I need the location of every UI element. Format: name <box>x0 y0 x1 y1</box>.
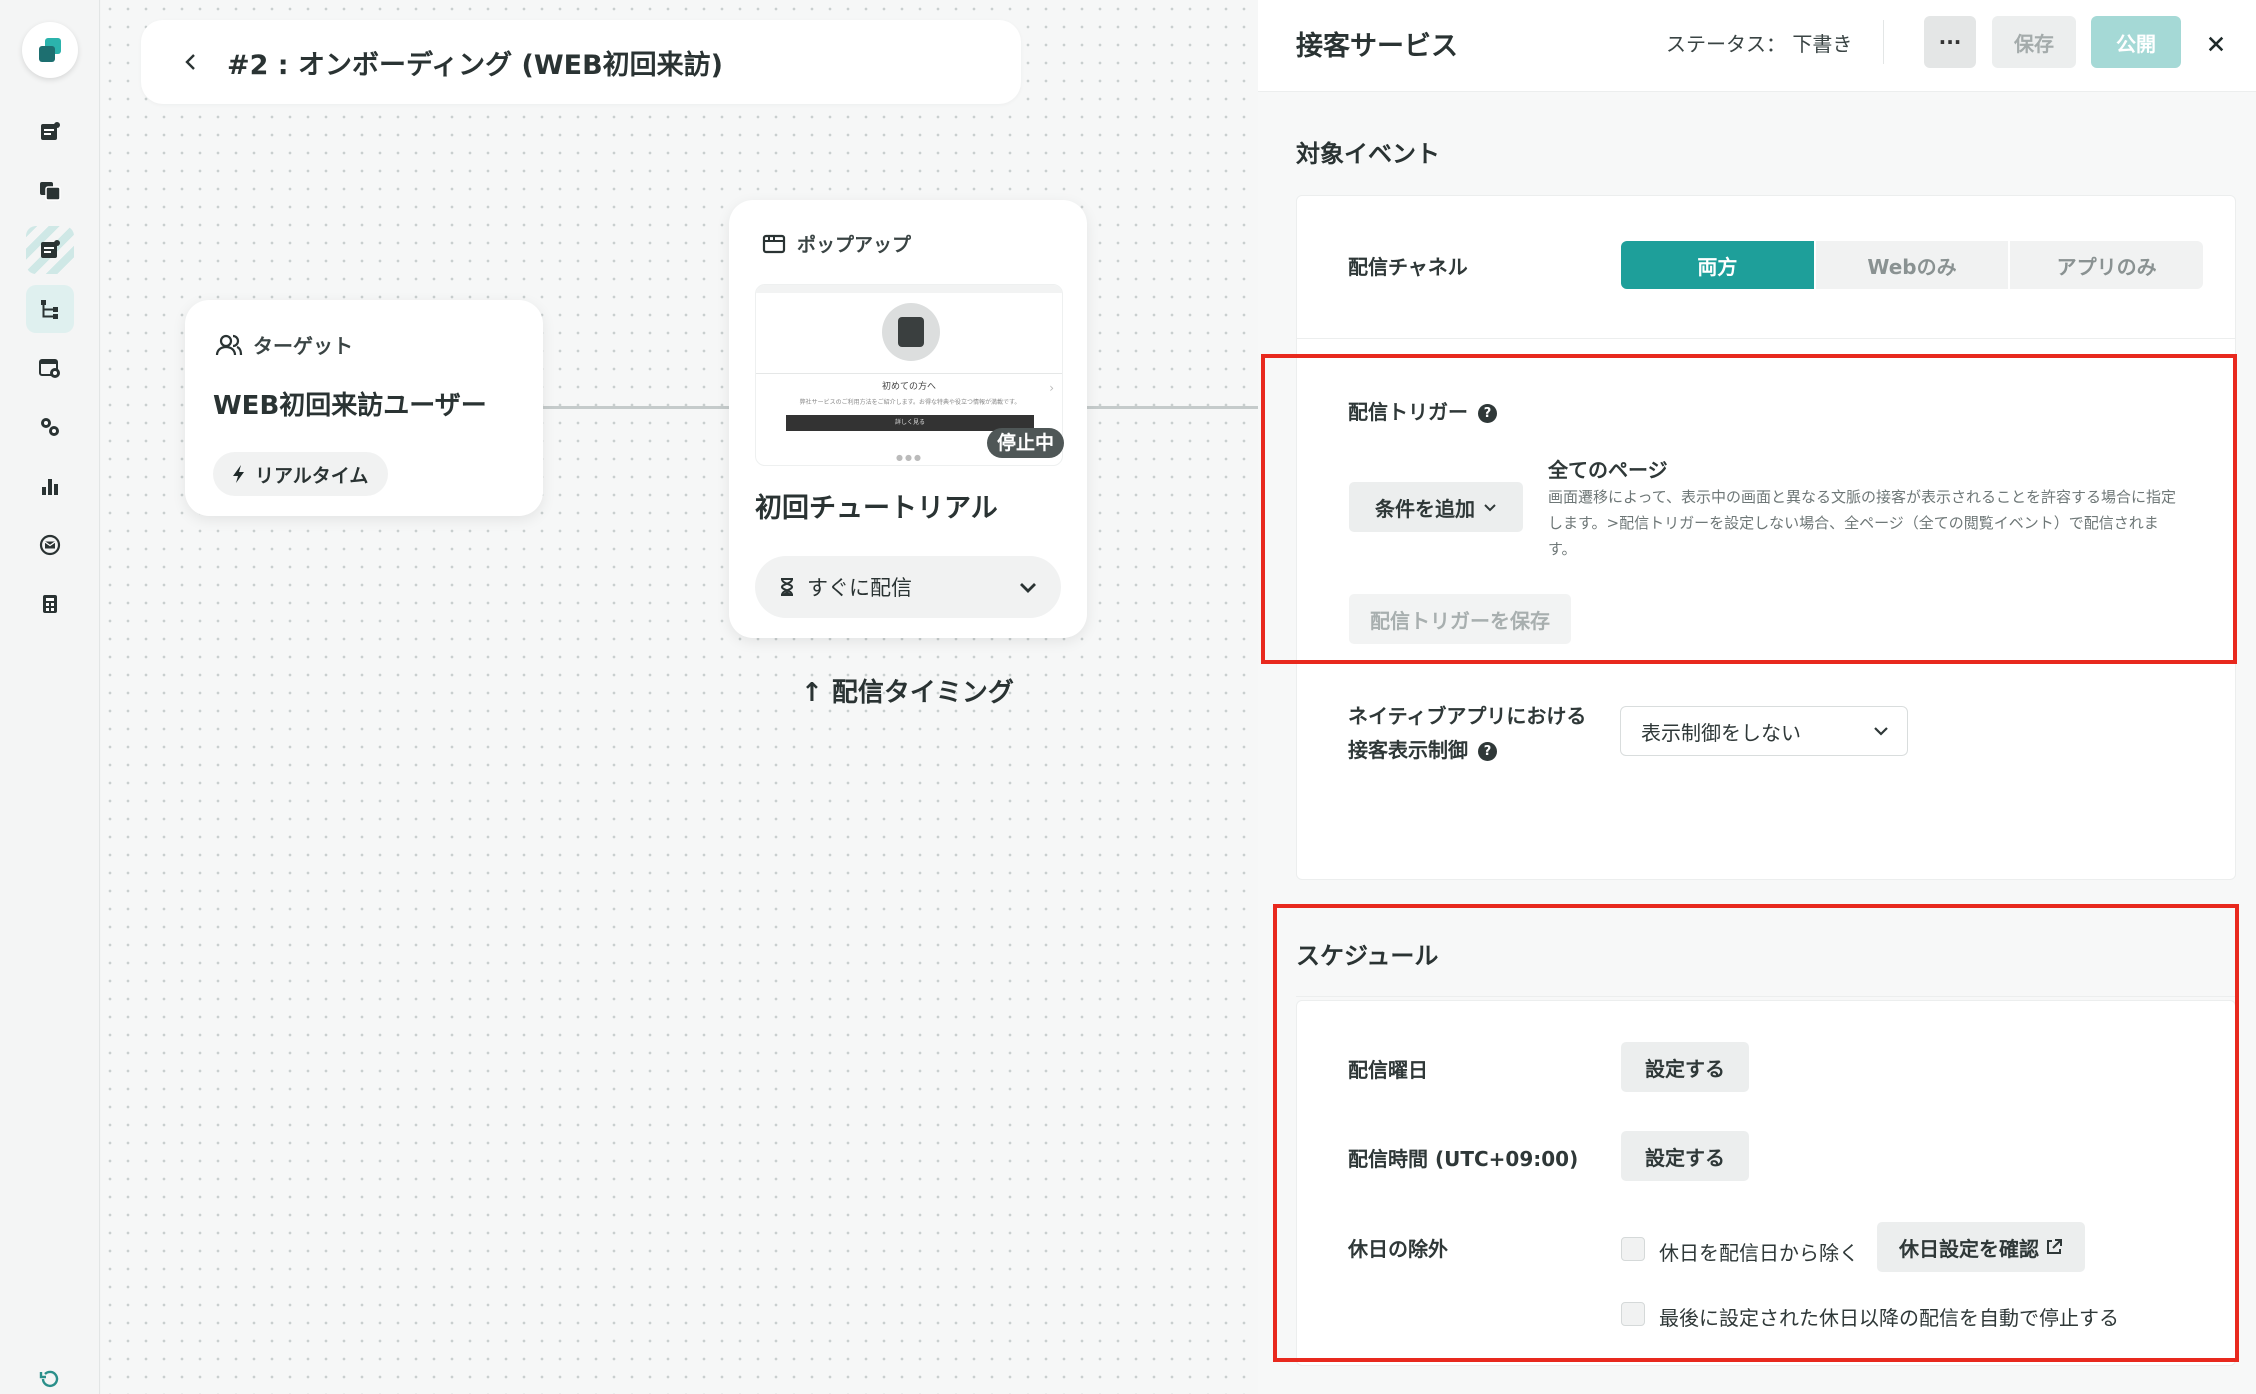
preview-title: 初めての方へ <box>881 382 936 392</box>
users-icon <box>215 334 243 355</box>
flow-icon[interactable] <box>26 285 74 333</box>
preview-chevron-icon: › <box>1049 381 1054 395</box>
preview-divider <box>756 373 1062 374</box>
divider <box>1297 338 2235 339</box>
gear-icon[interactable] <box>26 403 74 451</box>
timing-value: すぐに配信 <box>807 576 912 600</box>
left-rail <box>0 0 100 1394</box>
target-node-header: ターゲット <box>215 330 353 359</box>
close-icon[interactable] <box>2198 26 2234 62</box>
native-control-label: 接客表示制御? <box>1348 734 1497 763</box>
channel-label: 配信チャネル <box>1348 255 1468 279</box>
chevron-down-icon <box>1020 583 1036 593</box>
connector-line <box>1086 406 1258 409</box>
connector-line <box>542 406 730 409</box>
native-control-label-1: ネイティブアプリにおける <box>1348 704 1587 728</box>
schedule-title: スケジュール <box>1296 942 1439 970</box>
target-node-label: ターゲット <box>253 334 353 358</box>
panel-header: 接客サービス ステータス： 下書き ··· 保存 公開 <box>1258 0 2256 92</box>
trigger-label: 配信トリガー? <box>1348 396 1497 425</box>
timing-annotation: ↑ 配信タイミング <box>801 678 1014 708</box>
save-button[interactable]: 保存 <box>1992 16 2076 68</box>
help-icon[interactable]: ? <box>1478 742 1497 761</box>
preview-image <box>882 303 940 361</box>
target-node[interactable]: ターゲット WEB初回来訪ユーザー リアルタイム <box>185 300 543 516</box>
realtime-chip: リアルタイム <box>213 452 389 496</box>
chevron-down-icon <box>1484 504 1496 512</box>
templates-icon[interactable] <box>26 167 74 215</box>
history-icon[interactable] <box>26 1364 74 1394</box>
auto-stop-checkbox[interactable] <box>1621 1302 1645 1326</box>
channel-option-both[interactable]: 両方 <box>1621 241 1816 289</box>
help-icon[interactable]: ? <box>1478 404 1497 423</box>
time-set-button[interactable]: 設定する <box>1621 1131 1749 1181</box>
chevron-down-icon <box>1874 727 1888 736</box>
flow-canvas[interactable]: #2 : オンボーディング (WEB初回来訪) ターゲット WEB初回来訪ユーザ… <box>101 0 1258 1394</box>
divider <box>1296 996 2236 997</box>
target-event-title: 対象イベント <box>1296 140 1440 168</box>
preview-topbar <box>756 285 1062 293</box>
trigger-scope-title: 全てのページ <box>1548 458 1668 482</box>
exclude-holidays-checkbox[interactable] <box>1621 1237 1645 1261</box>
publish-button[interactable]: 公開 <box>2091 16 2181 68</box>
bar-chart-icon[interactable] <box>26 462 74 510</box>
native-display-select[interactable]: 表示制御をしない <box>1620 706 1908 756</box>
hourglass-icon <box>780 578 794 596</box>
channel-segmented-control: 両方 Webのみ アプリのみ <box>1621 241 2204 289</box>
window-icon <box>762 234 786 253</box>
target-name: WEB初回来訪ユーザー <box>213 391 487 421</box>
holiday-label: 休日の除外 <box>1348 1237 1448 1261</box>
header-divider <box>1883 20 1884 64</box>
auto-stop-label: 最後に設定された休日以降の配信を自動で停止する <box>1659 1306 2119 1330</box>
popup-node[interactable]: ポップアップ 初めての方へ 弊社サービスのご利用方法をご紹介します。お得な特典や… <box>729 200 1087 638</box>
weekday-set-button[interactable]: 設定する <box>1621 1042 1749 1092</box>
holiday-settings-label: 休日設定を確認 <box>1899 1236 2039 1261</box>
status-badge: 停止中 <box>987 428 1065 458</box>
back-icon[interactable] <box>177 48 205 76</box>
realtime-chip-label: リアルタイム <box>255 464 369 487</box>
channel-option-app[interactable]: アプリのみ <box>2010 241 2204 289</box>
popup-node-header: ポップアップ <box>761 230 911 257</box>
save-trigger-button[interactable]: 配信トリガーを保存 <box>1349 594 1571 644</box>
exclude-holidays-label: 休日を配信日から除く <box>1659 1241 1859 1265</box>
bolt-icon <box>233 465 244 483</box>
popup-name: 初回チュートリアル <box>755 493 998 524</box>
time-label: 配信時間 (UTC+09:00) <box>1348 1147 1579 1171</box>
external-link-icon <box>2047 1239 2062 1254</box>
native-display-value: 表示制御をしない <box>1641 720 1801 745</box>
mail-icon[interactable] <box>26 521 74 569</box>
logo-icon[interactable] <box>22 22 78 78</box>
calculator-icon[interactable] <box>26 580 74 628</box>
trigger-description: 画面遷移によって、表示中の画面と異なる文脈の接客が表示されることを許容する場合に… <box>1548 488 2177 558</box>
scenario-title-bar: #2 : オンボーディング (WEB初回来訪) <box>141 20 1021 104</box>
status-text: ステータス： 下書き <box>1666 32 1853 56</box>
add-condition-label: 条件を追加 <box>1375 496 1475 521</box>
native-control-label-2: 接客表示制御 <box>1348 738 1468 762</box>
content-icon[interactable] <box>26 108 74 156</box>
holiday-settings-button[interactable]: 休日設定を確認 <box>1877 1222 2085 1272</box>
preview-desc: 弊社サービスのご利用方法をご紹介します。お得な特典や役立つ情報が満載です。 <box>799 399 1021 406</box>
preview-pager-dots: ●●● <box>896 453 923 462</box>
popup-node-label: ポップアップ <box>797 234 912 256</box>
channel-option-web[interactable]: Webのみ <box>1815 241 2011 289</box>
trigger-label-text: 配信トリガー <box>1348 400 1468 424</box>
document-icon[interactable] <box>26 226 74 274</box>
calendar-settings-icon[interactable] <box>26 344 74 392</box>
timing-dropdown[interactable]: すぐに配信 <box>755 556 1061 618</box>
more-button[interactable]: ··· <box>1924 16 1976 68</box>
add-condition-button[interactable]: 条件を追加 <box>1349 482 1523 532</box>
panel-title: 接客サービス <box>1296 31 1458 62</box>
scenario-title: #2 : オンボーディング (WEB初回来訪) <box>227 49 724 81</box>
weekday-label: 配信曜日 <box>1348 1058 1428 1082</box>
